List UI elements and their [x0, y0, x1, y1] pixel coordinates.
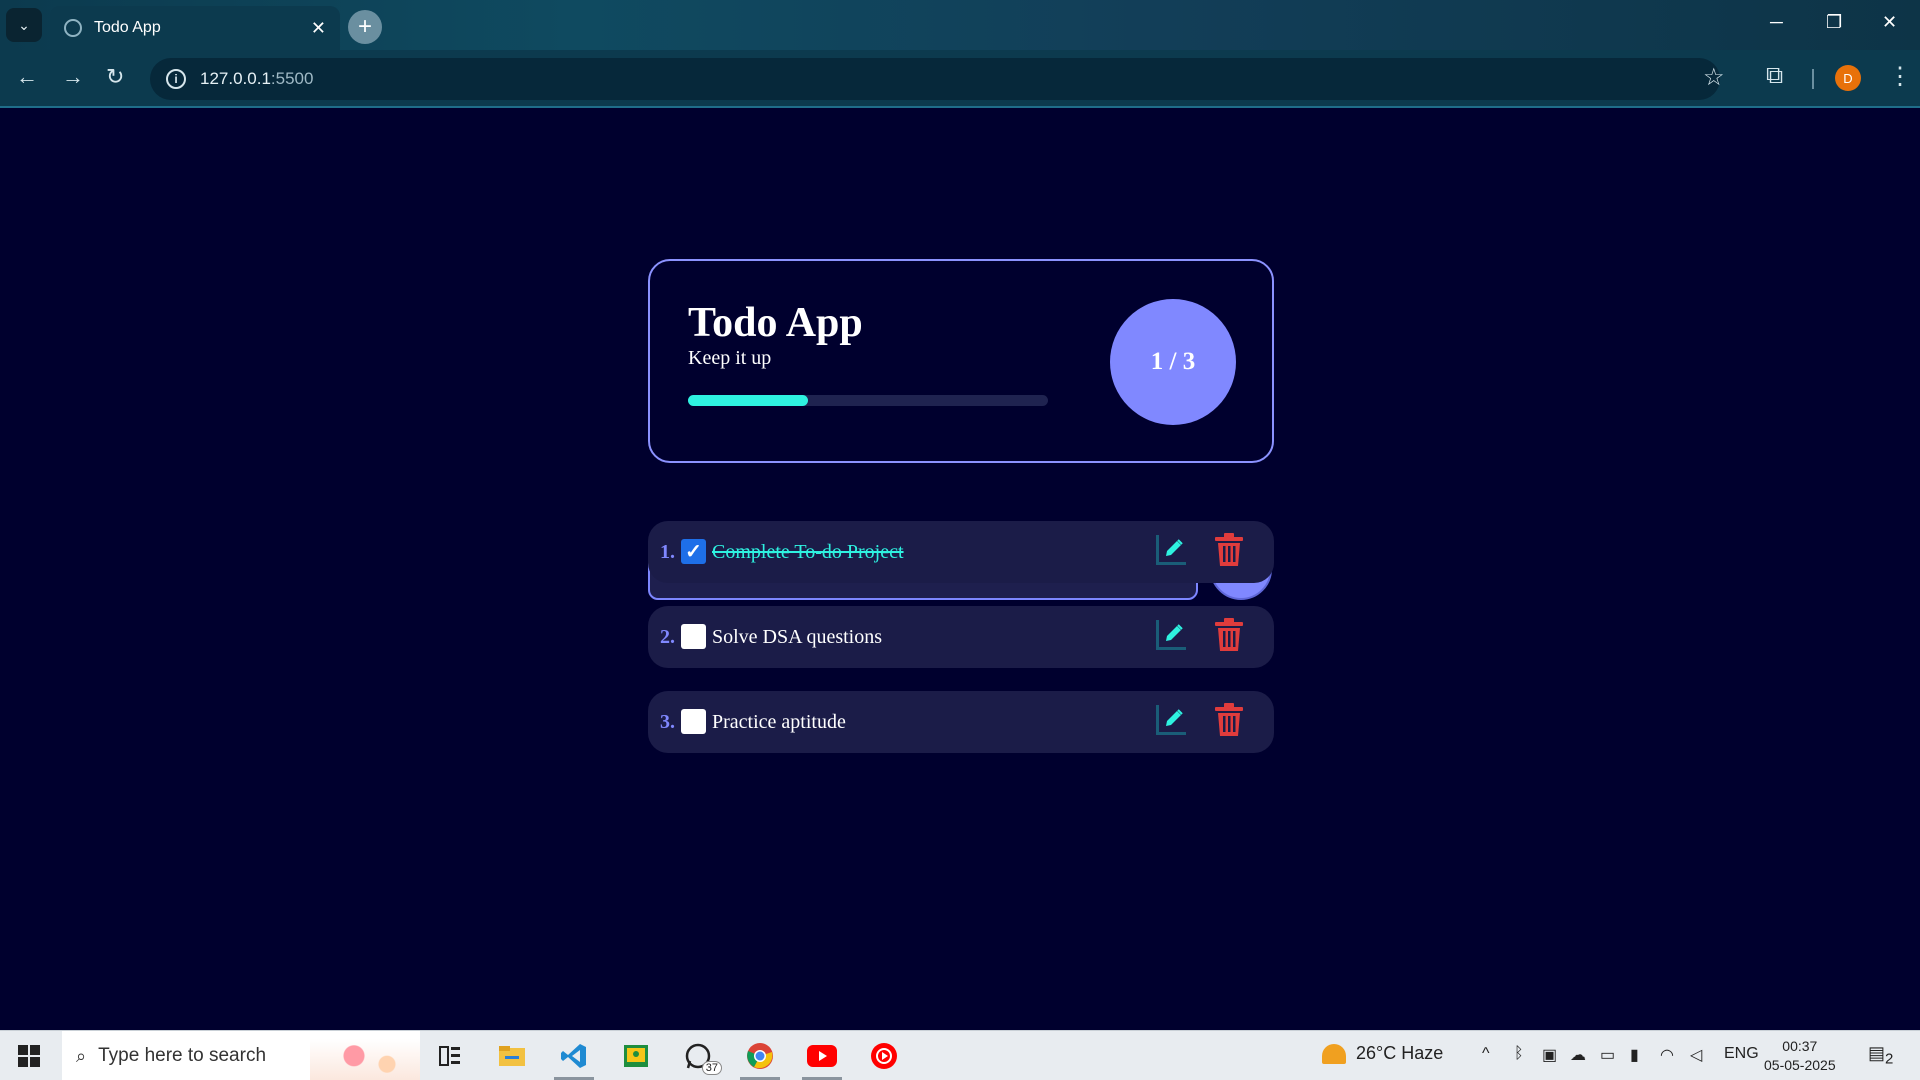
- task-item: 3. Practice aptitude: [648, 691, 1274, 753]
- weather-widget[interactable]: 26°C Haze: [1322, 1043, 1443, 1064]
- onedrive-icon[interactable]: ☁: [1570, 1045, 1586, 1065]
- window-close-icon[interactable]: ✕: [1882, 12, 1897, 33]
- notifications-icon[interactable]: ▤2: [1868, 1043, 1893, 1068]
- search-icon: ⌕: [76, 1045, 87, 1066]
- app-subtitle: Keep it up: [688, 347, 772, 369]
- task-item: 1. ✓ Complete To-do Project: [648, 521, 1274, 583]
- battery-icon[interactable]: ▮: [1630, 1045, 1639, 1065]
- progress-bar: [688, 395, 1048, 406]
- language-indicator[interactable]: ENG: [1724, 1045, 1759, 1063]
- task-view-icon[interactable]: [426, 1037, 474, 1075]
- minimize-icon[interactable]: ─: [1770, 12, 1783, 33]
- task-number: 3.: [660, 710, 675, 733]
- back-arrow-icon[interactable]: ←: [16, 64, 38, 90]
- weather-text: 26°C Haze: [1356, 1043, 1444, 1063]
- youtube-icon[interactable]: [798, 1037, 846, 1080]
- bookmark-star-icon[interactable]: ☆: [1703, 63, 1725, 92]
- toolbar-divider: [1812, 69, 1814, 89]
- site-info-icon[interactable]: i: [166, 69, 186, 89]
- chrome-icon[interactable]: [736, 1037, 784, 1080]
- stats-card: Todo App Keep it up 1 / 3: [648, 259, 1274, 463]
- task-number: 1.: [660, 540, 675, 563]
- forward-arrow-icon[interactable]: →: [62, 64, 84, 90]
- new-tab-button[interactable]: +: [348, 10, 382, 44]
- url-text: 127.0.0.1:5500: [200, 69, 313, 89]
- page-content: Todo App Keep it up 1 / 3 + 1. ✓ Complet…: [0, 110, 1920, 1030]
- trash-icon[interactable]: [1214, 618, 1244, 657]
- tab-title: Todo App: [94, 19, 161, 36]
- tab-search-button[interactable]: ⌄: [6, 8, 42, 42]
- google-classroom-icon[interactable]: [612, 1037, 660, 1075]
- url-port: :5500: [270, 69, 314, 88]
- pencil-icon[interactable]: [1156, 705, 1186, 735]
- close-tab-icon[interactable]: ✕: [311, 18, 326, 39]
- task-checkbox[interactable]: [681, 709, 706, 734]
- display-icon[interactable]: ▭: [1600, 1045, 1615, 1065]
- task-label: Solve DSA questions: [712, 625, 883, 648]
- task-item: 2. Solve DSA questions: [648, 606, 1274, 668]
- restore-icon[interactable]: ❐: [1826, 12, 1842, 33]
- task-checkbox[interactable]: [681, 624, 706, 649]
- chevron-down-icon: ⌄: [18, 16, 30, 33]
- taskbar-search-box[interactable]: ⌕ Type here to search: [62, 1031, 420, 1080]
- task-label: Practice aptitude: [712, 710, 846, 733]
- app-title: Todo App: [688, 300, 863, 346]
- youtube-music-icon[interactable]: [860, 1037, 908, 1075]
- task-count-badge: 1 / 3: [1110, 299, 1236, 425]
- pencil-icon[interactable]: [1156, 535, 1186, 565]
- reload-icon[interactable]: ↻: [106, 64, 124, 90]
- volume-icon[interactable]: ◁: [1690, 1045, 1702, 1065]
- bluetooth-icon[interactable]: ᛒ: [1514, 1045, 1524, 1063]
- task-checkbox[interactable]: ✓: [681, 539, 706, 564]
- chevron-up-icon[interactable]: ^: [1482, 1045, 1490, 1063]
- task-label: Complete To-do Project: [712, 540, 904, 563]
- progress-fill: [688, 395, 808, 406]
- pencil-icon[interactable]: [1156, 620, 1186, 650]
- search-highlight-image: [310, 1039, 420, 1080]
- taskbar-search-placeholder: Type here to search: [98, 1045, 267, 1066]
- file-explorer-icon[interactable]: [488, 1037, 536, 1075]
- globe-icon: [64, 19, 82, 37]
- trash-icon[interactable]: [1214, 533, 1244, 572]
- whatsapp-icon[interactable]: 37: [674, 1037, 722, 1075]
- browser-title-bar: ⌄ Todo App ✕ + ─ ❐ ✕: [0, 0, 1920, 50]
- task-number: 2.: [660, 625, 675, 648]
- vscode-icon[interactable]: [550, 1037, 598, 1080]
- wifi-icon[interactable]: ◠: [1660, 1045, 1674, 1065]
- extensions-icon[interactable]: ⧉: [1766, 62, 1783, 90]
- notification-count: 2: [1885, 1050, 1894, 1068]
- browser-toolbar: ← → ↻ i 127.0.0.1:5500 ☆ ⧉ D ⋮: [0, 50, 1920, 108]
- clock-time: 00:37: [1782, 1038, 1818, 1054]
- trash-icon[interactable]: [1214, 703, 1244, 742]
- system-clock[interactable]: 00:37 05-05-2025: [1764, 1037, 1836, 1075]
- browser-tab[interactable]: Todo App ✕: [50, 6, 340, 50]
- windows-start-icon[interactable]: [18, 1045, 40, 1072]
- profile-avatar[interactable]: D: [1835, 65, 1861, 91]
- more-menu-icon[interactable]: ⋮: [1888, 62, 1912, 91]
- windows-taskbar: ⌕ Type here to search 37 26°C Haze ^ ᛒ ▣…: [0, 1030, 1920, 1080]
- haze-weather-icon: [1322, 1043, 1346, 1064]
- meet-now-icon[interactable]: ▣: [1542, 1045, 1557, 1065]
- clock-date: 05-05-2025: [1764, 1057, 1836, 1073]
- address-bar[interactable]: i 127.0.0.1:5500: [150, 58, 1720, 100]
- url-host: 127.0.0.1: [200, 69, 271, 88]
- whatsapp-unread-badge: 37: [701, 1061, 722, 1075]
